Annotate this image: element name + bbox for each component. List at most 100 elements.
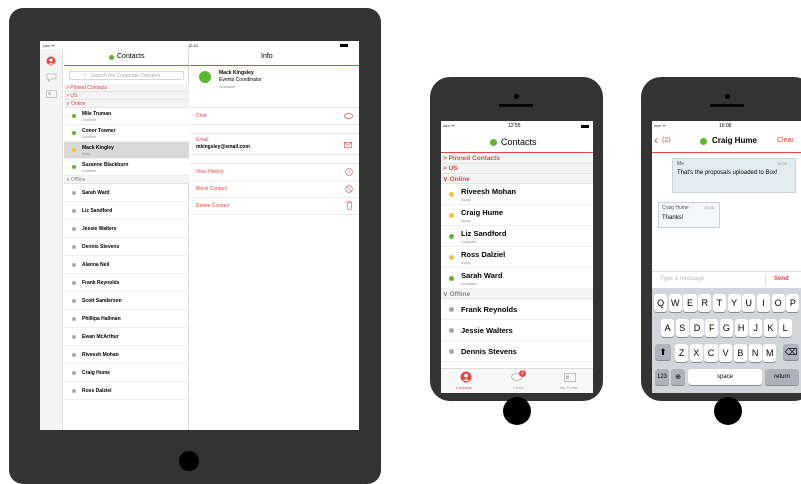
ipad-online-contact[interactable]: Mile Truman Available <box>64 108 189 125</box>
contact-name: Mile Truman <box>82 111 112 117</box>
ipad-chat-row[interactable]: Chat <box>190 107 359 125</box>
key-g[interactable]: G <box>719 319 733 337</box>
ipad-search-input[interactable]: ⌕ Search the Corporate Directory <box>69 71 184 80</box>
key-t[interactable]: T <box>712 294 726 312</box>
phone1-group-online[interactable]: ∨ Online <box>441 174 593 184</box>
phone2-home-button[interactable] <box>714 397 742 425</box>
ipad-offline-contact[interactable]: Craig Hume <box>64 364 189 382</box>
phone2-title: Craig Hume <box>712 136 757 145</box>
key-k[interactable]: K <box>763 319 778 337</box>
ipad-online-contact[interactable]: Suzanne Blackburn Available <box>64 159 189 176</box>
ipad-offline-contact[interactable]: Phillipa Hallman <box>64 310 189 328</box>
space-key[interactable]: space <box>688 369 762 385</box>
ipad-online-contact[interactable]: Mack Kingley Away <box>64 142 189 159</box>
key-a[interactable]: A <box>661 319 675 337</box>
key-w[interactable]: W <box>668 294 682 312</box>
block-contact-row[interactable]: Block Contact <box>190 181 359 198</box>
key-h[interactable]: H <box>734 319 748 337</box>
tab-contacts[interactable]: Contacts <box>451 371 481 393</box>
key-i[interactable]: I <box>756 294 771 312</box>
phone1-group-pinned[interactable]: > Pinned Contacts <box>441 154 593 164</box>
tab-my-profile[interactable]: My Profile <box>553 371 587 393</box>
ipad-offline-contact[interactable]: Scott Sanderson <box>64 292 189 310</box>
message-input[interactable]: Type a message <box>660 276 704 282</box>
ipad-offline-contact[interactable]: Sarah Ward <box>64 184 189 202</box>
phone1-home-button[interactable] <box>503 397 531 425</box>
key-m[interactable]: M <box>763 344 777 362</box>
view-history-label: View History <box>196 169 224 175</box>
ipad-group-us[interactable]: > US <box>64 92 189 100</box>
presence-dot <box>72 148 76 152</box>
contact-name: Suzanne Blackburn <box>82 162 129 168</box>
ipad-offline-contact[interactable]: Alanna Neil <box>64 256 189 274</box>
key-j[interactable]: J <box>749 319 763 337</box>
shift-key[interactable]: ⬆ <box>655 344 671 360</box>
numbers-key[interactable]: 123 <box>655 369 669 385</box>
ipad-offline-contact[interactable]: Ewan McArthur <box>64 328 189 346</box>
ipad-offline-contact[interactable]: Ross Dalziel <box>64 382 189 400</box>
phone1-online-contact[interactable]: Craig Hume Away <box>441 205 593 226</box>
return-key[interactable]: return <box>765 369 799 385</box>
key-o[interactable]: O <box>771 294 785 312</box>
globe-icon[interactable]: ⊕ <box>671 369 685 385</box>
key-n[interactable]: N <box>748 344 762 362</box>
phone1-online-contact[interactable]: Liz Sandford Available <box>441 226 593 247</box>
phone1-group-offline[interactable]: ∨ Offline <box>441 289 593 299</box>
send-button[interactable]: Send <box>774 276 789 282</box>
ipad-offline-contact[interactable]: Dennis Stevens <box>64 238 189 256</box>
presence-dot <box>72 371 76 375</box>
key-s[interactable]: S <box>675 319 689 337</box>
phone1-online-contact[interactable]: Sarah Ward Available <box>441 268 593 289</box>
ipad-group-online[interactable]: ∨ Online <box>64 100 189 108</box>
ipad-email-row[interactable]: Email mkingsley@email.com <box>190 133 359 155</box>
phone1-offline-contact[interactable]: Dennis Stevens <box>441 341 593 362</box>
key-f[interactable]: F <box>705 319 719 337</box>
tab-chats[interactable]: 2 Chats <box>503 370 533 393</box>
key-x[interactable]: X <box>689 344 703 362</box>
phone1-offline-contact[interactable]: Frank Reynolds <box>441 299 593 320</box>
key-r[interactable]: R <box>698 294 712 312</box>
ipad-screen: ••••• ᯤ 12:12 Contacts ⌕ Search the Corp… <box>40 41 359 430</box>
ipad-offline-contact[interactable]: Liz Sandford <box>64 202 189 220</box>
ipad-offline-contact[interactable]: Frank Reynolds <box>64 274 189 292</box>
key-c[interactable]: C <box>704 344 718 362</box>
contact-name: Ross Dalziel <box>461 250 506 259</box>
ipad-group-pinned[interactable]: > Pinned Contacts <box>64 84 189 92</box>
back-chevron-icon[interactable]: ‹ <box>654 133 658 147</box>
key-e[interactable]: E <box>683 294 697 312</box>
key-y[interactable]: Y <box>727 294 741 312</box>
view-history-row[interactable]: View History <box>190 164 359 181</box>
key-z[interactable]: Z <box>675 344 689 362</box>
ipad-online-contact[interactable]: Conor Towner Available <box>64 125 189 142</box>
backspace-key[interactable]: ⌫ <box>783 344 799 360</box>
phone1-online-contact[interactable]: Riveesh Mohan Away <box>441 184 593 205</box>
back-count[interactable]: (2) <box>662 137 671 144</box>
ipad-group-offline[interactable]: ∨ Offline <box>64 176 189 184</box>
key-p[interactable]: P <box>786 294 800 312</box>
clear-button[interactable]: Clear <box>777 137 794 144</box>
chats-icon[interactable] <box>46 73 57 82</box>
message-craig: Craig Hume 16:05 Thanks! <box>658 202 720 228</box>
ipad-home-button[interactable] <box>179 451 199 471</box>
key-b[interactable]: B <box>733 344 747 362</box>
phone1-group-us[interactable]: > US <box>441 164 593 174</box>
key-q[interactable]: Q <box>654 294 668 312</box>
ipad-offline-contact[interactable]: Riveesh Mohan <box>64 346 189 364</box>
key-d[interactable]: D <box>690 319 704 337</box>
delete-contact-row[interactable]: Delete Contact <box>190 198 359 215</box>
ipad-offline-contact[interactable]: Jessie Walters <box>64 220 189 238</box>
phone1-offline-contact[interactable]: Jessie Walters <box>441 320 593 341</box>
profile-icon[interactable] <box>46 90 57 98</box>
presence-dot <box>72 131 76 135</box>
presence-dot <box>72 227 76 231</box>
phone1-online-contact[interactable]: Ross Dalziel Away <box>441 247 593 268</box>
phone1-group-pinned-label: > Pinned Contacts <box>443 155 500 162</box>
key-v[interactable]: V <box>719 344 733 362</box>
ipad-header-status-dot <box>109 55 114 60</box>
contact-name: Riveesh Mohan <box>82 352 119 358</box>
phone1-header-status-dot <box>490 139 497 146</box>
key-l[interactable]: L <box>778 319 792 337</box>
key-u[interactable]: U <box>742 294 756 312</box>
contacts-icon[interactable] <box>46 56 56 66</box>
contact-name: Phillipa Hallman <box>82 316 121 322</box>
